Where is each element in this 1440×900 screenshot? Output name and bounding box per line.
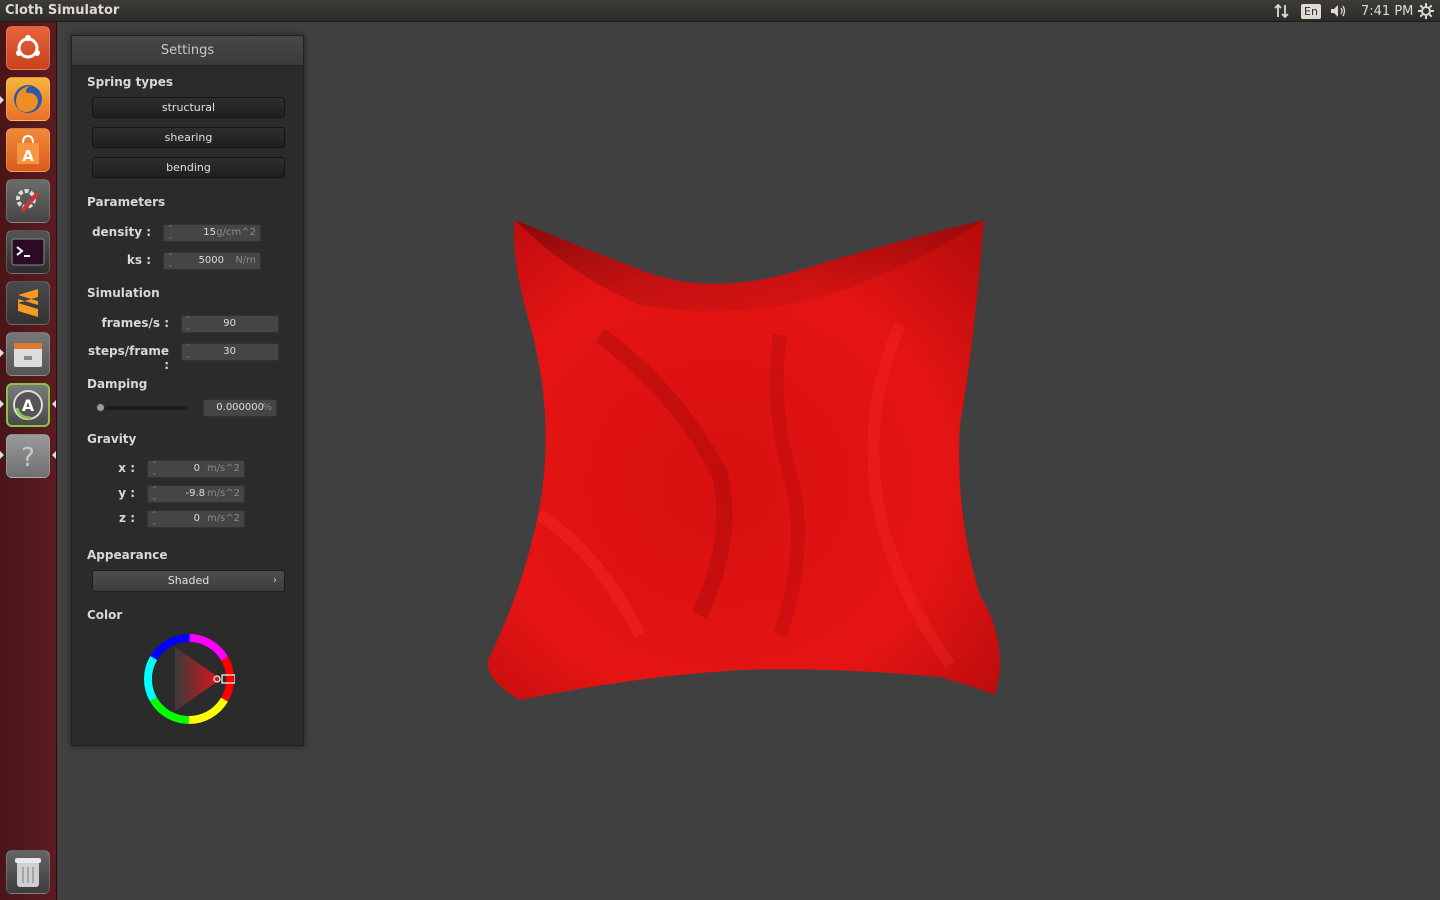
system-settings-icon[interactable] <box>6 179 50 223</box>
frames-per-second-label: frames/s : <box>101 316 169 330</box>
top-panel: Cloth Simulator En 7:41 PM <box>0 0 1440 22</box>
focused-indicator <box>52 451 56 459</box>
appearance-heading: Appearance <box>87 548 168 562</box>
software-updater-icon[interactable]: A <box>6 383 50 427</box>
launcher: A A ? <box>0 22 57 900</box>
spring-types-heading: Spring types <box>87 75 174 89</box>
bending-button[interactable]: bending <box>92 157 285 178</box>
settings-panel: Settings Spring types structural shearin… <box>71 35 304 746</box>
gravity-x-label: x : <box>118 461 135 475</box>
gravity-y-input[interactable]: ⌃ ⌄ -9.8 m/s^2 <box>147 485 245 503</box>
sublime-text-icon[interactable] <box>6 281 50 325</box>
files-icon[interactable] <box>6 332 50 376</box>
software-center-icon[interactable]: A <box>6 128 50 172</box>
spinner-arrows-icon[interactable]: ⌃ ⌄ <box>151 461 158 477</box>
steps-per-frame-label: steps/frame : <box>87 344 169 372</box>
damping-slider[interactable] <box>99 406 187 410</box>
spinner-arrows-icon[interactable]: ⌃ ⌄ <box>185 344 192 360</box>
power-gear-icon[interactable] <box>1418 2 1434 20</box>
ubuntu-dash-icon[interactable] <box>6 26 50 70</box>
simulation-heading: Simulation <box>87 286 160 300</box>
gravity-x-input[interactable]: ⌃ ⌄ 0 m/s^2 <box>147 460 245 478</box>
shearing-button[interactable]: shearing <box>92 127 285 148</box>
frames-per-second-input[interactable]: ⌃ ⌄ 90 <box>181 315 279 333</box>
running-indicator <box>0 400 4 408</box>
volume-icon[interactable] <box>1330 2 1348 20</box>
chevron-right-icon: › <box>273 575 277 586</box>
damping-slider-handle[interactable] <box>96 403 105 412</box>
gravity-heading: Gravity <box>87 432 137 446</box>
structural-button[interactable]: structural <box>92 97 285 118</box>
spinner-arrows-icon[interactable]: ⌃ ⌄ <box>151 511 158 527</box>
network-arrows-icon[interactable] <box>1274 2 1290 20</box>
gravity-y-label: y : <box>118 486 135 500</box>
cloth-mesh-viewport[interactable] <box>480 215 1015 705</box>
spinner-arrows-icon[interactable]: ⌃ ⌄ <box>167 253 174 269</box>
clock[interactable]: 7:41 PM <box>1361 2 1413 20</box>
running-indicator <box>0 451 4 459</box>
settings-title[interactable]: Settings <box>72 36 303 66</box>
density-label: density : <box>91 225 151 239</box>
svg-text:A: A <box>22 147 34 165</box>
terminal-icon[interactable] <box>6 230 50 274</box>
gravity-z-label: z : <box>119 511 135 525</box>
running-indicator <box>0 349 4 357</box>
spinner-arrows-icon[interactable]: ⌃ ⌄ <box>185 316 192 332</box>
svg-text:A: A <box>22 396 35 415</box>
firefox-icon[interactable] <box>6 77 50 121</box>
gravity-z-input[interactable]: ⌃ ⌄ 0 m/s^2 <box>147 510 245 528</box>
ks-label: ks : <box>126 253 151 267</box>
focused-indicator <box>52 400 56 408</box>
steps-per-frame-input[interactable]: ⌃ ⌄ 30 <box>181 343 279 361</box>
svg-text:?: ? <box>21 443 35 472</box>
density-input[interactable]: ⌃ ⌄ 15 g/cm^2 <box>163 224 261 242</box>
parameters-heading: Parameters <box>87 195 166 209</box>
appearance-dropdown[interactable]: Shaded › <box>92 570 285 592</box>
keyboard-language-indicator[interactable]: En <box>1301 2 1321 20</box>
running-indicator <box>0 96 4 104</box>
damping-heading: Damping <box>87 377 148 391</box>
ks-input[interactable]: ⌃ ⌄ 5000 N/m <box>163 252 261 270</box>
color-wheel-picker[interactable] <box>143 633 235 725</box>
window-title: Cloth Simulator <box>5 3 120 18</box>
help-icon[interactable]: ? <box>6 434 50 478</box>
spinner-arrows-icon[interactable]: ⌃ ⌄ <box>151 486 158 502</box>
color-heading: Color <box>87 608 123 622</box>
spinner-arrows-icon[interactable]: ⌃ ⌄ <box>167 225 174 241</box>
damping-input[interactable]: 0.000000 % <box>203 399 277 417</box>
trash-icon[interactable] <box>6 850 50 894</box>
